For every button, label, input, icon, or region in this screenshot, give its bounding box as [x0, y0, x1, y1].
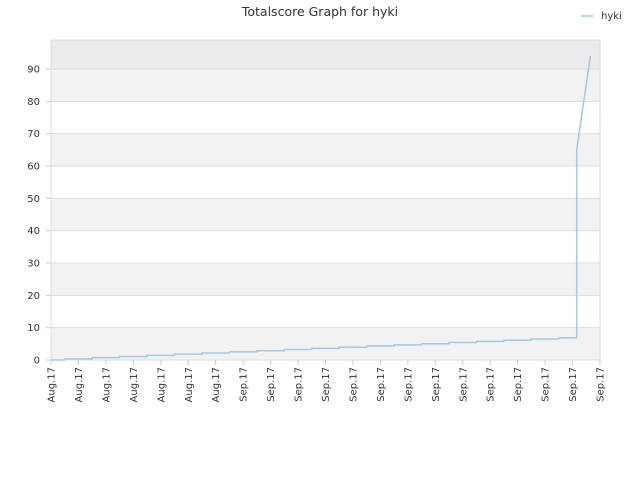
grid-band [51, 166, 600, 199]
grid-band [51, 263, 600, 296]
x-tick-label: Sep.17 [348, 367, 359, 402]
y-tick-label: 20 [27, 291, 40, 302]
x-axis-ticks: Aug.17 Aug.17 Aug.17 Aug.17 Aug.17 Aug.17 Aug.… [47, 360, 607, 402]
chart-title: Totalscore Graph for hyki [241, 4, 398, 19]
y-tick-label: 80 [27, 97, 40, 108]
legend-label-hyki: hyki [601, 11, 622, 22]
totalscore-chart: 0102030405060708090 Aug.17 Aug.17 Aug.17 Au… [27, 4, 622, 402]
x-tick-label: Sep.17 [541, 367, 552, 402]
y-tick-label: 0 [34, 356, 40, 367]
y-tick-label: 30 [27, 259, 40, 270]
x-tick-label: Sep.17 [486, 367, 497, 402]
grid-band [51, 133, 600, 167]
x-tick-label: Aug.17 [47, 367, 58, 402]
x-tick-label: Sep.17 [294, 367, 305, 402]
x-tick-label: Aug.17 [156, 367, 167, 402]
grid-band [51, 230, 600, 264]
y-tick-label: 90 [27, 65, 40, 76]
y-axis-ticks: 0 10 20 30 40 50 60 70 80 90 [27, 65, 51, 367]
grid-band [51, 40, 600, 70]
y-tick-label: 40 [27, 226, 40, 237]
x-tick-label: Aug.17 [129, 367, 140, 402]
y-tick-label: 70 [27, 129, 40, 140]
x-tick-label: Sep.17 [403, 367, 414, 402]
x-tick-label: Aug.17 [211, 367, 222, 402]
grid-band [51, 69, 600, 102]
grid-band [51, 327, 600, 360]
x-tick-label: Sep.17 [431, 367, 442, 402]
x-tick-label: Sep.17 [239, 367, 250, 402]
x-tick-label: Aug.17 [101, 367, 112, 402]
x-tick-label: Sep.17 [458, 367, 469, 402]
grid-band [51, 295, 600, 328]
x-tick-label: Sep.17 [596, 367, 607, 402]
grid-bands [51, 40, 600, 360]
grid-band [51, 101, 600, 134]
x-tick-label: Aug.17 [184, 367, 195, 402]
x-tick-label: Sep.17 [321, 367, 332, 402]
legend[interactable]: hyki [581, 11, 622, 22]
x-tick-label: Sep.17 [376, 367, 387, 402]
x-tick-label: Sep.17 [513, 367, 524, 402]
x-tick-label: Sep.17 [266, 367, 277, 402]
grid-band [51, 198, 600, 231]
y-tick-label: 10 [27, 323, 40, 334]
y-tick-label: 60 [27, 162, 40, 173]
x-tick-label: Sep.17 [568, 367, 579, 402]
x-tick-label: Aug.17 [74, 367, 85, 402]
y-tick-label: 50 [27, 194, 40, 205]
